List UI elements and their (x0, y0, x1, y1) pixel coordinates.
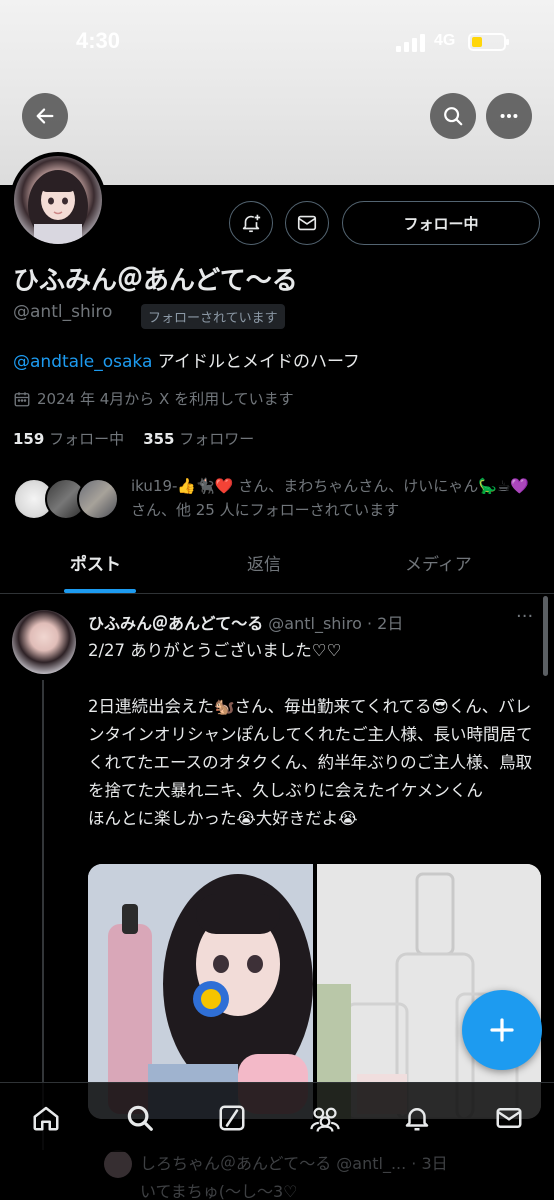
followers-label: フォロワー (179, 430, 255, 448)
following-button[interactable]: フォロー中 (342, 201, 540, 245)
display-name: ひふみん＠あんどて〜る (13, 266, 298, 296)
following-count: 159 (13, 430, 45, 448)
grok-icon (219, 1105, 245, 1131)
mutual-followers-text: iku19-👍🐈‍⬛❤️ さん、まわちゃんさん、けいにゃん🦕☕💜 さん、他 25… (131, 477, 529, 519)
follows-you-badge: フォローされています (141, 304, 285, 329)
more-icon (500, 113, 518, 119)
joined-text: 2024 年 4月から X を利用しています (37, 390, 294, 408)
post-header: ひふみん＠あんどて〜る @antl_shiro · 2日 (88, 610, 403, 634)
notification-add-icon (242, 214, 261, 233)
bio-text: アイドルとメイドのハーフ (152, 352, 360, 372)
followers-link[interactable]: 355 フォロワー (143, 430, 254, 448)
message-button[interactable] (285, 201, 329, 245)
bottom-navigation (0, 1082, 554, 1152)
calendar-icon (14, 391, 30, 406)
mail-icon (496, 1108, 522, 1128)
follow-counts: 159 フォロー中 355 フォロワー (13, 428, 254, 449)
search-icon (444, 107, 463, 126)
mail-icon (297, 215, 317, 231)
profile-avatar[interactable] (10, 152, 106, 248)
network-label: 4G (434, 32, 456, 49)
thread-line (42, 680, 44, 1150)
communities-icon (310, 1107, 340, 1132)
scrollbar[interactable] (543, 596, 548, 676)
post-more-icon[interactable]: ··· (516, 606, 533, 627)
nav-search[interactable] (123, 1101, 157, 1135)
next-post-peek: しろちゃん＠あんどて〜る @antl_... · 3日 いてまちゅ(〜し〜3♡ (88, 1150, 548, 1200)
post-author-name[interactable]: ひふみん＠あんどて〜る (88, 614, 263, 633)
battery-icon (468, 33, 509, 51)
bio-mention-link[interactable]: @andtale_osaka (13, 352, 152, 372)
active-tab-indicator (64, 589, 136, 593)
signal-icon (396, 34, 426, 56)
status-bar: 4:30 4G (0, 26, 554, 58)
back-arrow-icon (36, 108, 54, 124)
more-button[interactable] (486, 93, 532, 139)
status-time: 4:30 (76, 28, 121, 53)
notification-button[interactable] (229, 201, 273, 245)
nav-notifications[interactable] (400, 1101, 434, 1135)
post-text: 2/27 ありがとうございました♡♡ 2日連続出会えた🐿️さん、毎出勤来てくれて… (88, 641, 533, 828)
search-icon (127, 1105, 153, 1131)
nav-grok[interactable] (215, 1101, 249, 1135)
profile-tabs: ポスト 返信 メディア (0, 538, 554, 594)
mutual-followers[interactable]: iku19-👍🐈‍⬛❤️ さん、まわちゃんさん、けいにゃん🦕☕💜 さん、他 25… (13, 474, 543, 524)
post-image[interactable] (88, 864, 313, 1119)
nav-home[interactable] (29, 1101, 63, 1135)
back-button[interactable] (22, 93, 68, 139)
tab-media[interactable]: メディア (405, 550, 472, 575)
compose-button[interactable] (462, 990, 542, 1070)
plus-icon (490, 1018, 514, 1042)
home-icon (33, 1106, 59, 1131)
user-handle: @antl_shiro (13, 302, 113, 322)
tab-posts[interactable]: ポスト (70, 550, 121, 575)
nav-messages[interactable] (492, 1101, 526, 1135)
next-post-text: しろちゃん＠あんどて〜る @antl_... · 3日 いてまちゅ(〜し〜3♡ (140, 1154, 448, 1200)
nav-communities[interactable] (308, 1101, 342, 1135)
post-author-avatar[interactable] (12, 610, 76, 674)
search-button[interactable] (430, 93, 476, 139)
followers-count: 355 (143, 430, 175, 448)
mutual-avatar (77, 478, 119, 520)
post-meta: @antl_shiro · 2日 (263, 614, 404, 633)
avatar-image (14, 156, 102, 244)
following-label: フォロー中 (49, 430, 125, 448)
joined-date: 2024 年 4月から X を利用しています (13, 388, 294, 409)
bell-icon (405, 1108, 429, 1131)
bio: @andtale_osaka アイドルとメイドのハーフ (13, 347, 360, 372)
tab-replies[interactable]: 返信 (247, 550, 281, 575)
following-link[interactable]: 159 フォロー中 (13, 430, 124, 448)
